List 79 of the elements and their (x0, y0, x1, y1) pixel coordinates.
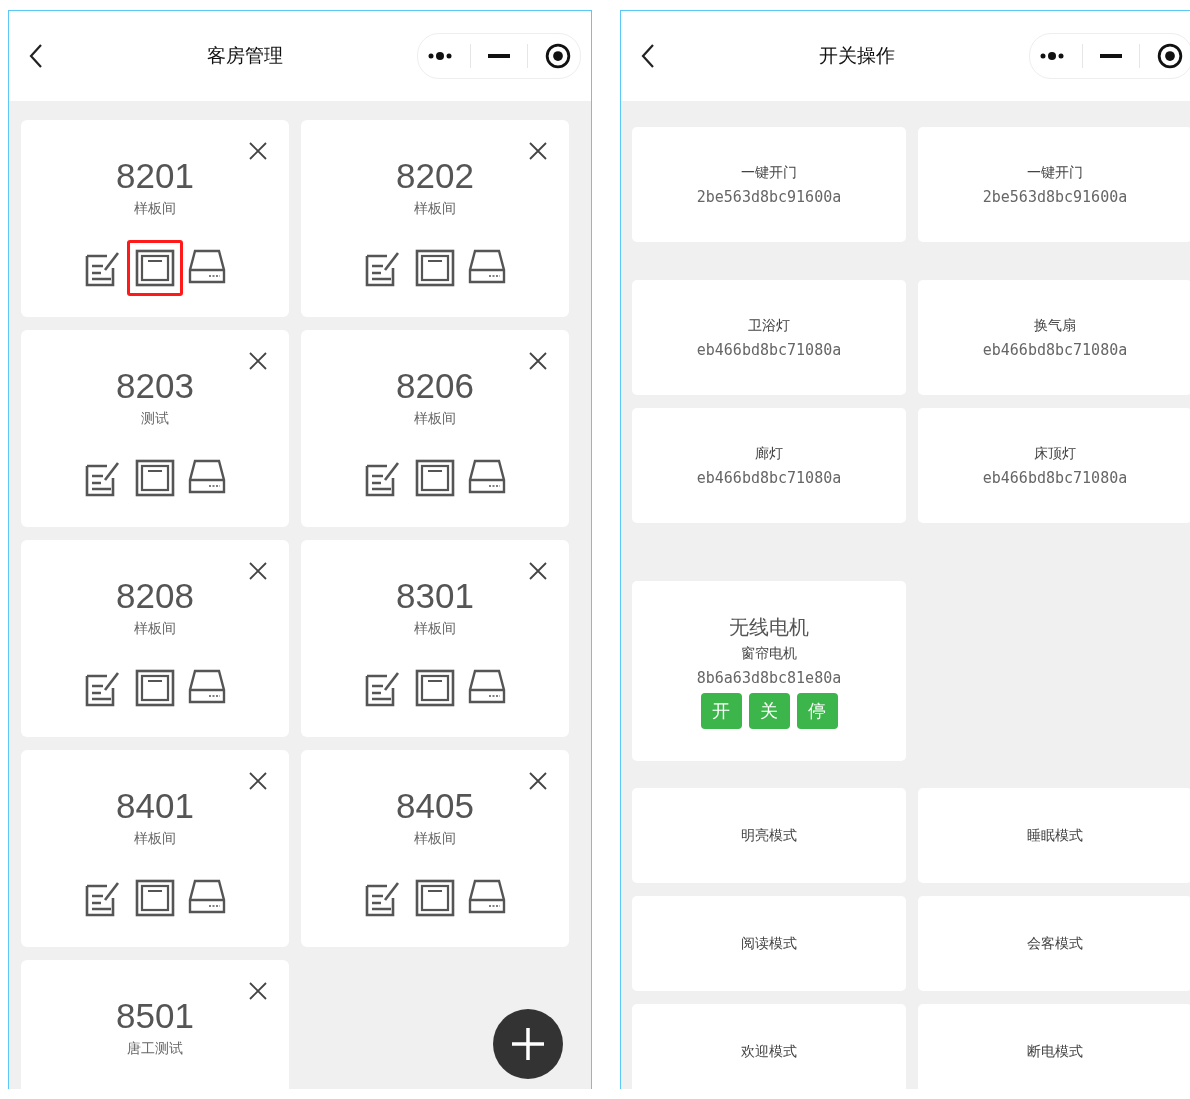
room-type: 样板间 (414, 200, 456, 218)
device-name: 一键开门 (741, 163, 797, 182)
panel-icon[interactable] (415, 248, 455, 288)
scene-name: 阅读模式 (741, 934, 797, 953)
more-icon[interactable] (426, 51, 453, 61)
room-number: 8201 (116, 156, 194, 196)
device-card[interactable]: 卫浴灯 eb466bd8bc71080a (632, 280, 906, 395)
close-icon[interactable] (249, 142, 267, 160)
device-card[interactable]: 一键开门 2be563d8bc91600a (632, 127, 906, 242)
back-icon[interactable] (641, 43, 655, 69)
device-id: eb466bd8bc71080a (696, 468, 842, 487)
scene-card[interactable]: 睡眠模式 (918, 788, 1190, 883)
scene-name: 会客模式 (1027, 934, 1083, 953)
device-name: 窗帘电机 (741, 644, 797, 663)
close-circle-icon[interactable] (545, 43, 572, 69)
panel-icon[interactable] (135, 248, 175, 288)
room-number: 8206 (396, 366, 474, 406)
scene-card[interactable]: 明亮模式 (632, 788, 906, 883)
close-icon[interactable] (529, 142, 547, 160)
close-icon[interactable] (529, 562, 547, 580)
panel-icon[interactable] (415, 668, 455, 708)
page-title: 开关操作 (818, 43, 896, 68)
scene-name: 明亮模式 (741, 826, 797, 845)
device-name: 卫浴灯 (748, 316, 790, 335)
panel-icon[interactable] (135, 458, 175, 498)
close-icon[interactable] (249, 562, 267, 580)
panel-icon[interactable] (135, 668, 175, 708)
room-number: 8203 (116, 366, 194, 406)
back-icon[interactable] (29, 43, 43, 69)
scene-card[interactable]: 阅读模式 (632, 896, 906, 991)
room-number: 8501 (116, 996, 194, 1036)
close-icon[interactable] (249, 352, 267, 370)
device-card[interactable]: 一键开门 2be563d8bc91600a (918, 127, 1190, 242)
device-id: 2be563d8bc91600a (982, 187, 1128, 206)
panel-icon[interactable] (415, 878, 455, 918)
room-number: 8202 (396, 156, 474, 196)
close-icon[interactable] (249, 772, 267, 790)
device-id: eb466bd8bc71080a (982, 468, 1128, 487)
scene-name: 断电模式 (1027, 1042, 1083, 1061)
more-icon[interactable] (1038, 51, 1065, 61)
room-type: 样板间 (134, 200, 176, 218)
device-id: 2be563d8bc91600a (696, 187, 842, 206)
device-name: 床顶灯 (1034, 444, 1076, 463)
scene-card[interactable]: 断电模式 (918, 1004, 1190, 1089)
room-number: 8301 (396, 576, 474, 616)
room-type: 样板间 (414, 620, 456, 638)
device-id: eb466bd8bc71080a (696, 340, 842, 359)
room-number: 8401 (116, 786, 194, 826)
device-name: 廊灯 (755, 444, 783, 463)
device-card[interactable]: 床顶灯 eb466bd8bc71080a (918, 408, 1190, 523)
motor-title: 无线电机 (729, 613, 809, 641)
device-name: 一键开门 (1027, 163, 1083, 182)
scene-name: 睡眠模式 (1027, 826, 1083, 845)
panel-icon[interactable] (135, 878, 175, 918)
minimize-icon[interactable] (1099, 54, 1122, 58)
scene-name: 欢迎模式 (741, 1042, 797, 1061)
room-type: 样板间 (134, 620, 176, 638)
room-type: 测试 (141, 410, 169, 428)
room-type: 样板间 (414, 830, 456, 848)
device-id: eb466bd8bc71080a (982, 340, 1128, 359)
device-id: 8b6a63d8bc81e80a (696, 668, 842, 687)
device-name: 换气扇 (1034, 316, 1076, 335)
scene-card[interactable]: 欢迎模式 (632, 1004, 906, 1089)
room-number: 8208 (116, 576, 194, 616)
close-circle-icon[interactable] (1157, 43, 1184, 69)
room-type: 样板间 (414, 410, 456, 428)
room-type: 样板间 (134, 830, 176, 848)
device-card[interactable]: 廊灯 eb466bd8bc71080a (632, 408, 906, 523)
room-type: 唐工测试 (127, 1040, 183, 1058)
page-title: 客房管理 (206, 43, 284, 68)
minimize-icon[interactable] (487, 54, 510, 58)
room-number: 8405 (396, 786, 474, 826)
close-icon[interactable] (249, 982, 267, 1000)
panel-icon[interactable] (415, 458, 455, 498)
scene-card[interactable]: 会客模式 (918, 896, 1190, 991)
device-card[interactable]: 换气扇 eb466bd8bc71080a (918, 280, 1190, 395)
close-icon[interactable] (529, 352, 547, 370)
close-icon[interactable] (529, 772, 547, 790)
plus-icon[interactable] (510, 1026, 546, 1062)
